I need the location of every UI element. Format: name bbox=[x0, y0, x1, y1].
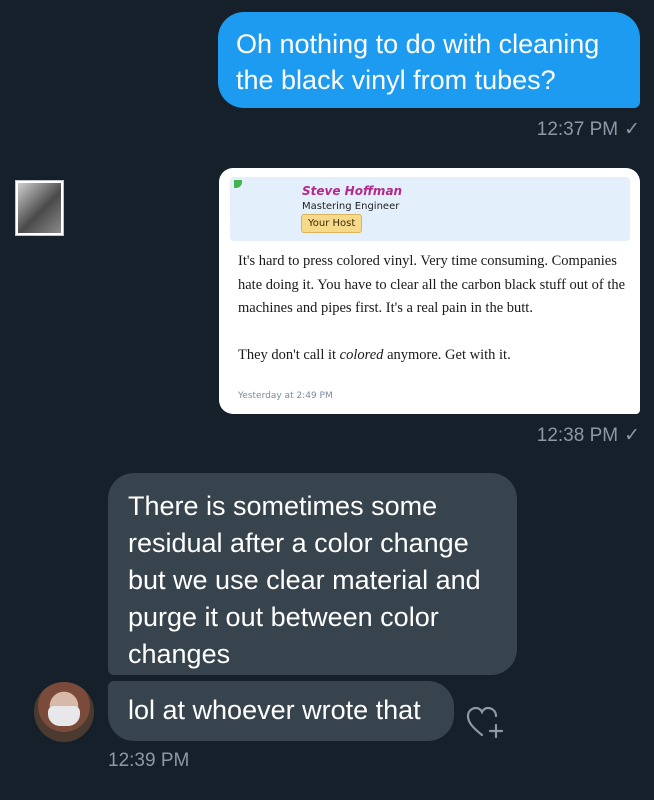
face-mask bbox=[48, 706, 80, 726]
host-badge: Your Host bbox=[301, 214, 363, 233]
message-timestamp: 12:37 PM ✓ bbox=[470, 118, 640, 141]
post-header bbox=[230, 177, 630, 241]
poster-name: Steve Hoffman bbox=[302, 184, 403, 198]
post-body: It's hard to press colored vinyl. Very t… bbox=[238, 250, 630, 367]
poster-avatar bbox=[16, 181, 63, 235]
post-paragraph: They don't call it colored anymore. Get … bbox=[238, 344, 630, 368]
timestamp-text: 12:37 PM bbox=[536, 119, 619, 140]
post-paragraph: It's hard to press colored vinyl. Very t… bbox=[238, 253, 626, 316]
message-timestamp: 12:38 PM ✓ bbox=[470, 424, 640, 447]
check-icon: ✓ bbox=[624, 425, 640, 446]
check-icon: ✓ bbox=[624, 119, 640, 140]
post-text-italic: colored bbox=[339, 346, 384, 363]
message-text: There is sometimes some residual after a… bbox=[128, 491, 481, 669]
post-text: They don't call it bbox=[238, 346, 340, 363]
timestamp-text: 12:38 PM bbox=[536, 425, 619, 446]
post-text: anymore. Get with it. bbox=[383, 346, 511, 363]
message-timestamp: 12:39 PM bbox=[108, 750, 190, 771]
outgoing-message-bubble[interactable]: Oh nothing to do with cleaning the black… bbox=[218, 12, 640, 108]
incoming-message-bubble[interactable]: There is sometimes some residual after a… bbox=[108, 473, 517, 675]
message-text: lol at whoever wrote that bbox=[128, 695, 421, 725]
message-text: Oh nothing to do with cleaning the black… bbox=[236, 29, 600, 95]
poster-title: Mastering Engineer bbox=[302, 201, 400, 212]
sender-avatar[interactable] bbox=[34, 682, 94, 742]
post-date: Yesterday at 2:49 PM bbox=[238, 391, 333, 401]
incoming-message-bubble[interactable]: lol at whoever wrote that bbox=[108, 681, 454, 741]
add-reaction-icon[interactable] bbox=[466, 705, 506, 741]
